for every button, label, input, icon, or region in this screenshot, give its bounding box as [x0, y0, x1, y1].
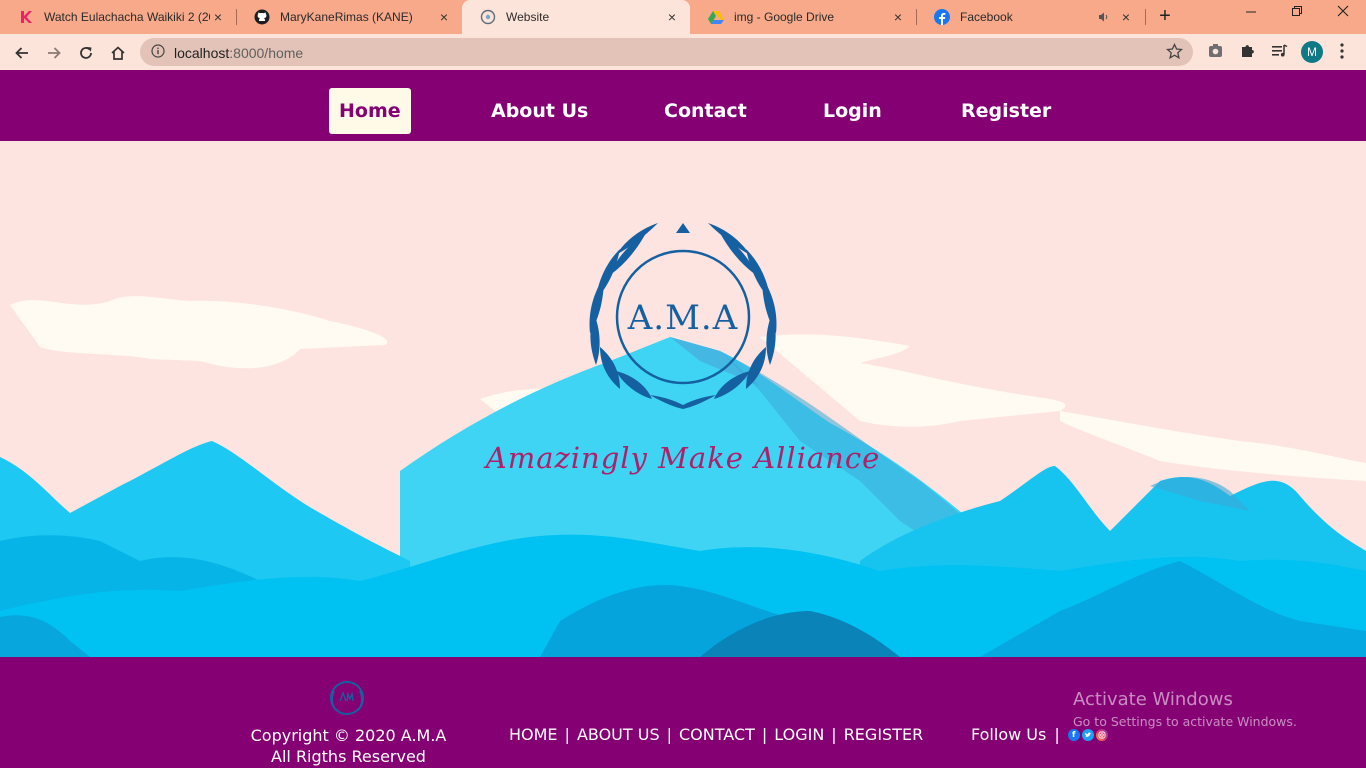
browser-toolbar: localhost:8000/home M: [0, 34, 1366, 70]
nav-home[interactable]: Home: [329, 88, 411, 134]
nav-register[interactable]: Register: [951, 88, 1061, 134]
twitter-icon[interactable]: [1081, 728, 1094, 741]
screenshot-extension-icon[interactable]: [1207, 42, 1224, 64]
restore-icon[interactable]: [1287, 4, 1307, 20]
footer-link-register[interactable]: REGISTER: [844, 725, 924, 744]
browser-tab-2[interactable]: Website ×: [462, 0, 690, 34]
tab-title: MaryKaneRimas (KANE): [280, 10, 413, 24]
profile-avatar[interactable]: M: [1301, 41, 1323, 63]
bookmark-star-icon[interactable]: [1165, 42, 1184, 65]
speaker-icon[interactable]: [1096, 9, 1112, 25]
watermark-subtitle: Go to Settings to activate Windows.: [1073, 714, 1297, 729]
follow-us-label: Follow Us: [971, 725, 1047, 744]
globe-icon: [480, 9, 496, 25]
tab-title: Website: [506, 10, 550, 24]
tab-title: Watch Eulachacha Waikiki 2 (2019): [44, 10, 210, 24]
footer-separator: |: [666, 725, 672, 744]
tab-title: Facebook: [960, 10, 1013, 24]
close-icon[interactable]: ×: [890, 9, 906, 25]
github-icon: [254, 9, 270, 25]
browser-tab-0[interactable]: Watch Eulachacha Waikiki 2 (2019) ×: [0, 0, 236, 34]
footer-nav: HOME | ABOUT US | CONTACT | LOGIN | REGISTER: [509, 725, 923, 744]
ama-logo: A.M.A: [580, 219, 786, 409]
footer-link-contact[interactable]: CONTACT: [679, 725, 755, 744]
home-icon[interactable]: [107, 42, 129, 64]
close-icon[interactable]: ×: [664, 9, 680, 25]
copyright-line-2: All Rigths Reserved: [271, 747, 426, 766]
new-tab-button[interactable]: +: [1153, 5, 1177, 29]
forward-icon[interactable]: [43, 42, 65, 64]
url-path: :8000/home: [229, 45, 304, 61]
browser-tab-1[interactable]: MaryKaneRimas (KANE) ×: [236, 0, 462, 34]
tab-title: img - Google Drive: [734, 10, 835, 24]
footer-separator: |: [761, 725, 768, 744]
minimize-icon[interactable]: [1241, 4, 1261, 20]
close-icon[interactable]: ×: [1118, 9, 1134, 25]
info-icon[interactable]: [151, 44, 165, 63]
site-footer: Copyright © 2020 A.M.A All Rigths Reserv…: [0, 657, 1366, 768]
url-text: localhost:8000/home: [174, 45, 303, 61]
copyright-text: Copyright © 2020 A.M.A All Rigths Reserv…: [246, 725, 451, 767]
footer-separator: |: [831, 725, 837, 744]
footer-separator: |: [564, 725, 570, 744]
follow-separator: |: [1054, 725, 1060, 744]
browser-tabstrip: Watch Eulachacha Waikiki 2 (2019) × Mary…: [0, 0, 1366, 34]
drive-icon: [708, 9, 724, 25]
reload-icon[interactable]: [75, 42, 97, 64]
facebook-icon: [934, 9, 950, 25]
nav-login[interactable]: Login: [813, 88, 892, 134]
url-host: localhost: [174, 45, 230, 61]
browser-tab-4[interactable]: Facebook ×: [916, 0, 1144, 34]
browser-tab-3[interactable]: img - Google Drive ×: [690, 0, 916, 34]
footer-link-home[interactable]: HOME: [509, 725, 558, 744]
instagram-icon[interactable]: [1095, 728, 1108, 741]
site-navbar: Home About Us Contact Login Register: [0, 70, 1366, 141]
back-icon[interactable]: [11, 42, 33, 64]
kebab-menu-icon[interactable]: [1339, 42, 1347, 62]
address-bar[interactable]: localhost:8000/home: [140, 38, 1193, 66]
media-queue-icon[interactable]: [1271, 42, 1288, 64]
window-close-icon[interactable]: [1333, 4, 1353, 20]
watermark-title: Activate Windows: [1073, 689, 1233, 710]
logo-text: A.M.A: [627, 298, 739, 338]
footer-link-about-us[interactable]: ABOUT US: [577, 725, 660, 744]
nav-contact[interactable]: Contact: [654, 88, 757, 134]
close-icon[interactable]: ×: [436, 9, 452, 25]
nav-about-us[interactable]: About Us: [481, 88, 598, 134]
k-icon: [18, 9, 34, 25]
extensions-puzzle-icon[interactable]: [1239, 42, 1256, 64]
copyright-line-1: Copyright © 2020 A.M.A: [250, 726, 447, 745]
footer-logo: [328, 679, 366, 717]
hero-tagline: Amazingly Make Alliance: [485, 441, 881, 475]
tab-divider: [1145, 9, 1146, 25]
facebook-icon[interactable]: f: [1067, 728, 1080, 741]
close-icon[interactable]: ×: [210, 9, 226, 25]
footer-link-login[interactable]: LOGIN: [774, 725, 824, 744]
windows-activation-watermark: Activate Windows Go to Settings to activ…: [1073, 689, 1297, 729]
hero-banner: A.M.A Amazingly Make Alliance: [0, 141, 1366, 657]
